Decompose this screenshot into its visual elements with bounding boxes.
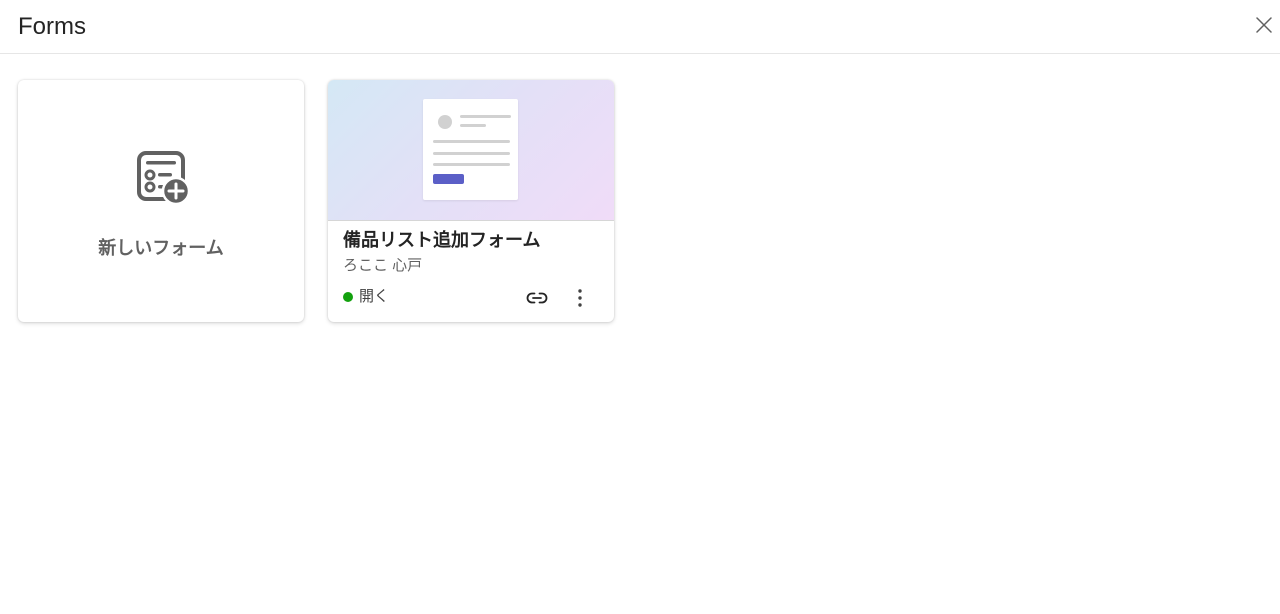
status-label: 開く — [359, 288, 390, 305]
form-title: 備品リスト追加フォーム — [343, 230, 541, 250]
header: Forms — [0, 0, 1280, 54]
form-preview-icon — [433, 115, 511, 184]
form-preview-paper — [423, 99, 518, 200]
new-form-card[interactable]: 新しいフォーム — [18, 80, 304, 322]
status-dot-icon — [343, 292, 353, 302]
form-card[interactable]: 備品リスト追加フォーム ろここ 心戸 開く — [328, 80, 614, 322]
form-add-icon — [137, 151, 191, 206]
close-button[interactable] — [1250, 11, 1278, 39]
form-thumbnail — [328, 80, 614, 221]
new-form-label: 新しいフォーム — [98, 238, 224, 258]
copy-link-button[interactable] — [523, 284, 551, 312]
form-owner: ろここ 心戸 — [343, 257, 423, 274]
page-title: Forms — [18, 13, 86, 40]
link-icon — [526, 292, 548, 304]
close-icon — [1256, 17, 1272, 33]
form-status: 開く — [343, 287, 389, 307]
more-options-button[interactable] — [566, 284, 594, 312]
more-vertical-icon — [578, 289, 582, 307]
